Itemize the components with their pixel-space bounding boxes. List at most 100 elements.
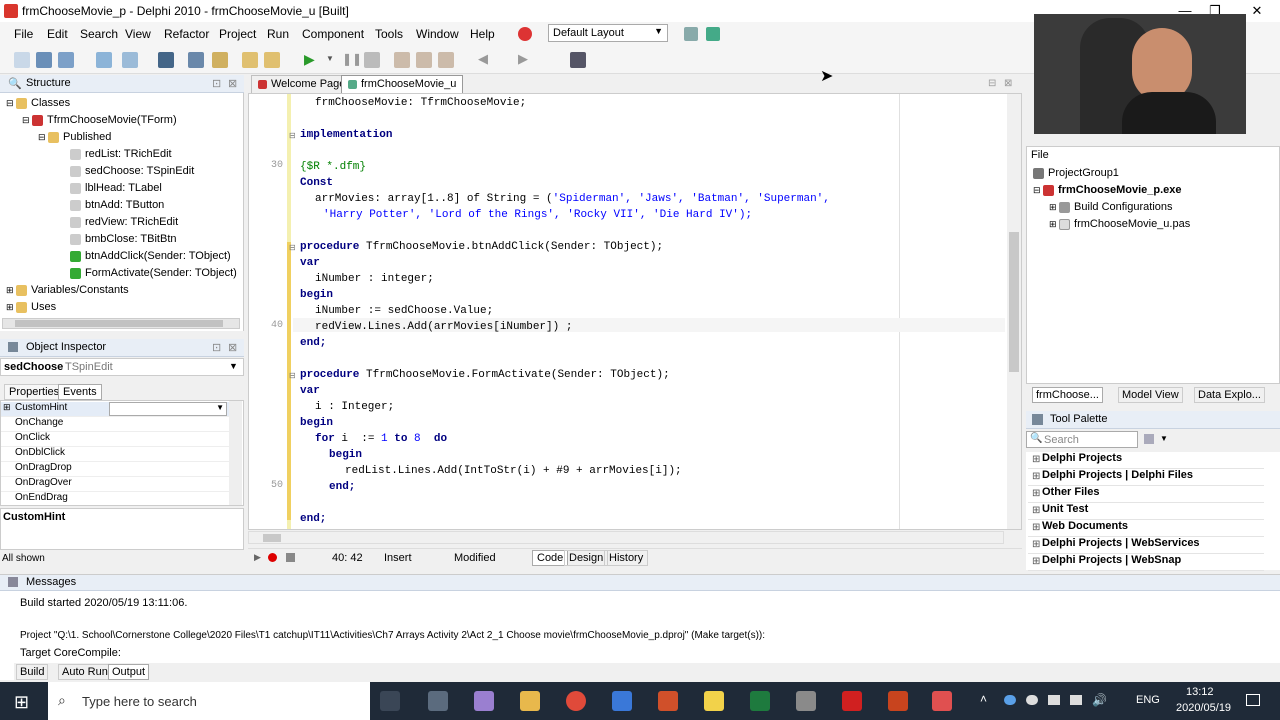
- event-row[interactable]: OnClick: [1, 432, 241, 447]
- close-button[interactable]: ✕: [1242, 2, 1272, 20]
- tree-item-field[interactable]: bmbClose: TBitBtn: [70, 233, 177, 245]
- language-indicator[interactable]: ENG: [1136, 694, 1160, 706]
- tree-item-variables[interactable]: ⊞ Variables/Constants: [6, 284, 129, 296]
- layout-select[interactable]: Default Layout ▼: [548, 24, 668, 42]
- tab-properties[interactable]: Properties: [4, 384, 65, 400]
- fold-icon[interactable]: ⊟: [289, 243, 296, 252]
- scroll-thumb[interactable]: [15, 320, 223, 327]
- palette-category[interactable]: ⊞ Delphi Projects | Delphi Files: [1028, 469, 1264, 486]
- editor-vscrollbar[interactable]: [1007, 94, 1021, 529]
- palette-search-input[interactable]: 🔍 Search: [1026, 431, 1138, 448]
- tab-events[interactable]: Events: [58, 384, 102, 400]
- component-icon[interactable]: [570, 52, 586, 68]
- close-tab-icon[interactable]: ⊠: [1004, 78, 1012, 89]
- pin-icon[interactable]: ⊡: [212, 341, 221, 354]
- tree-item-field[interactable]: redList: TRichEdit: [70, 148, 172, 160]
- record-icon[interactable]: [518, 27, 532, 41]
- editor-hscrollbar[interactable]: [248, 531, 1004, 544]
- menu-edit[interactable]: Edit: [47, 27, 68, 41]
- network-icon[interactable]: [1070, 695, 1082, 705]
- cloud-icon[interactable]: [1026, 695, 1038, 705]
- forward-icon[interactable]: ▶: [518, 51, 528, 67]
- menu-project[interactable]: Project: [219, 27, 256, 41]
- close-icon[interactable]: ⊠: [228, 341, 237, 354]
- palette-category[interactable]: ⊞ Other Files: [1028, 486, 1264, 503]
- structure-hscrollbar[interactable]: [2, 318, 240, 329]
- task-view-icon[interactable]: [380, 691, 400, 711]
- categories-icon[interactable]: [1144, 434, 1154, 444]
- fold-icon[interactable]: ⊟: [289, 131, 296, 140]
- windows-start-icon[interactable]: ⊞: [14, 692, 29, 713]
- tab-output[interactable]: Output: [108, 664, 150, 680]
- save-icon[interactable]: [158, 52, 174, 68]
- project-unit[interactable]: ⊞ frmChooseMovie_u.pas: [1049, 218, 1190, 230]
- tree-item-uses[interactable]: ⊞ Uses: [6, 301, 56, 313]
- pin-icon[interactable]: ⊡: [212, 77, 221, 90]
- back-icon[interactable]: ◀: [478, 51, 488, 67]
- inspector-vscrollbar[interactable]: [229, 401, 242, 505]
- palette-category[interactable]: ⊞ Unit Test: [1028, 503, 1264, 520]
- wifi-icon[interactable]: [1048, 695, 1060, 705]
- tab-build[interactable]: Build: [16, 664, 49, 680]
- menu-view[interactable]: View: [125, 27, 151, 41]
- event-row[interactable]: OnDragDrop: [1, 462, 241, 477]
- delphi-taskbar-icon[interactable]: [658, 691, 678, 711]
- clock-date[interactable]: 2020/05/19: [1176, 702, 1231, 714]
- open-project-icon[interactable]: [96, 52, 112, 68]
- tree-item-published[interactable]: ⊟ Published: [38, 131, 111, 143]
- chevron-up-icon[interactable]: ˄: [980, 692, 987, 706]
- recorder-icon[interactable]: [932, 691, 952, 711]
- event-row[interactable]: OnChange: [1, 417, 241, 432]
- run-icon[interactable]: ▶: [304, 51, 315, 68]
- tree-item-field[interactable]: redView: TRichEdit: [70, 216, 178, 228]
- stop-icon[interactable]: [286, 553, 295, 562]
- layout-save-icon[interactable]: [684, 27, 698, 41]
- pdf-reader-icon[interactable]: [842, 691, 862, 711]
- remove-file-icon[interactable]: [264, 52, 280, 68]
- open-icon[interactable]: [58, 52, 74, 68]
- save-all-icon[interactable]: [188, 52, 204, 68]
- tree-item-field[interactable]: btnAdd: TButton: [70, 199, 164, 211]
- tree-item-classes[interactable]: ⊟ Classes: [6, 97, 70, 109]
- menu-window[interactable]: Window: [416, 27, 459, 41]
- tree-item-class[interactable]: ⊟ TfrmChooseMovie(TForm): [22, 114, 177, 126]
- powerpoint-icon[interactable]: [888, 691, 908, 711]
- scroll-thumb[interactable]: [1009, 232, 1019, 372]
- onedrive-icon[interactable]: [1004, 695, 1016, 705]
- tree-item-method[interactable]: btnAddClick(Sender: TObject): [70, 250, 231, 262]
- tree-item-field[interactable]: lblHead: TLabel: [70, 182, 162, 194]
- volume-icon[interactable]: 🔊: [1092, 693, 1107, 707]
- tab-project-manager[interactable]: frmChoose...: [1032, 387, 1103, 403]
- step-over-icon[interactable]: [394, 52, 410, 68]
- fold-icon[interactable]: ⊟: [289, 371, 296, 380]
- run-until-return-icon[interactable]: [438, 52, 454, 68]
- tab-welcome-page[interactable]: Welcome Page: [251, 75, 353, 93]
- tab-history[interactable]: History: [604, 550, 649, 566]
- video-call-icon[interactable]: [612, 691, 632, 711]
- menu-search[interactable]: Search: [80, 27, 118, 41]
- file-explorer-icon[interactable]: [520, 691, 540, 711]
- calculator-icon[interactable]: [428, 691, 448, 711]
- new-icon[interactable]: [14, 52, 30, 68]
- menu-run[interactable]: Run: [267, 27, 289, 41]
- excel-icon[interactable]: [750, 691, 770, 711]
- tab-code[interactable]: Code: [532, 550, 569, 566]
- settings-icon[interactable]: [796, 691, 816, 711]
- event-value-select[interactable]: ▼: [109, 402, 227, 416]
- new-items-icon[interactable]: [36, 52, 52, 68]
- menu-refactor[interactable]: Refactor: [164, 27, 209, 41]
- menu-help[interactable]: Help: [470, 27, 495, 41]
- menu-tools[interactable]: Tools: [375, 27, 403, 41]
- event-row[interactable]: ⊞ CustomHint ▼: [1, 402, 241, 417]
- palette-category[interactable]: ⊞ Delphi Projects | WebServices: [1028, 537, 1264, 554]
- tab-auto-run[interactable]: Auto Run: [58, 664, 112, 680]
- close-icon[interactable]: ⊠: [228, 77, 237, 90]
- tab-model-view[interactable]: Model View: [1118, 387, 1183, 403]
- event-row[interactable]: OnDblClick: [1, 447, 241, 462]
- stop-icon[interactable]: [364, 52, 380, 68]
- event-row[interactable]: OnEndDrag: [1, 492, 241, 505]
- tree-item-field[interactable]: sedChoose: TSpinEdit: [70, 165, 194, 177]
- trace-into-icon[interactable]: [416, 52, 432, 68]
- add-file-icon[interactable]: [242, 52, 258, 68]
- event-row[interactable]: OnDragOver: [1, 477, 241, 492]
